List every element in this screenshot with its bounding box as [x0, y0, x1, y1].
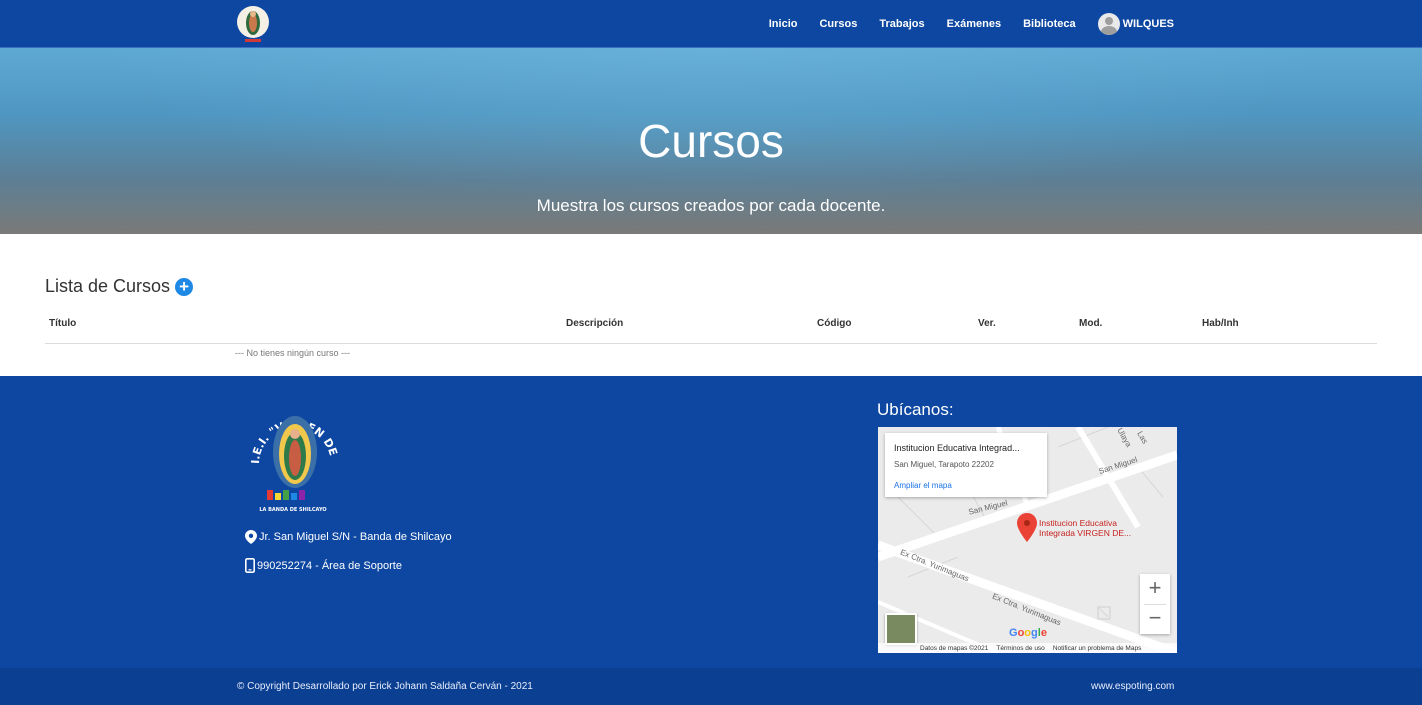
nav-inicio[interactable]: Inicio	[769, 18, 798, 30]
map-info-card: Institucion Educativa Integrad... San Mi…	[885, 433, 1047, 497]
site-link[interactable]: www.espoting.com	[1091, 681, 1174, 692]
column-ver: Ver.	[978, 318, 996, 329]
page-title: Cursos	[638, 115, 784, 167]
nav-trabajos[interactable]: Trabajos	[879, 18, 924, 30]
user-name: WILQUES	[1122, 18, 1174, 30]
mobile-phone-icon	[245, 558, 255, 573]
map-pin-label[interactable]: Institucion Educativa Integrada VIRGEN D…	[1039, 518, 1131, 538]
map-heading: Ubícanos:	[877, 400, 954, 419]
map-pin-label-line2: Integrada VIRGEN DE...	[1039, 528, 1132, 538]
address-line: Jr. San Miguel S/N - Banda de Shilcayo	[245, 530, 452, 544]
column-titulo: Título	[49, 318, 77, 329]
map-data-credit: Datos de mapas ©2021	[920, 644, 989, 652]
hero-banner: Cursos Muestra los cursos creados por ca…	[0, 48, 1422, 234]
course-list-title: Lista de Cursos	[45, 276, 171, 296]
user-avatar-icon	[1097, 13, 1120, 35]
phone-text: 990252274 - Área de Soporte	[257, 559, 402, 572]
map-place-title: Institucion Educativa Integrad...	[894, 443, 1020, 453]
school-emblem-icon: I.E.I. "VIRGEN DE GUADALUPE" LA BANDA DE…	[245, 390, 341, 513]
column-descripcion: Descripción	[566, 318, 624, 329]
map-expand-link[interactable]: Ampliar el mapa	[894, 481, 952, 490]
map-report-link[interactable]: Notificar un problema de Maps	[1053, 645, 1142, 652]
course-list-heading: Lista de Cursos +	[45, 276, 194, 297]
nav-cursos[interactable]: Cursos	[819, 18, 857, 30]
school-logo-icon[interactable]	[235, 2, 271, 46]
map-terms-link[interactable]: Términos de uso	[996, 645, 1044, 652]
column-codigo: Código	[817, 318, 852, 329]
address-text: Jr. San Miguel S/N - Banda de Shilcayo	[259, 531, 452, 543]
map-pin-label-line1: Institucion Educativa	[1039, 518, 1117, 528]
top-navbar: Inicio Cursos Trabajos Exámenes Bibliote…	[0, 0, 1422, 48]
satellite-view-toggle[interactable]	[885, 613, 917, 645]
user-menu[interactable]: WILQUES	[1097, 13, 1174, 35]
footer: I.E.I. "VIRGEN DE GUADALUPE" LA BANDA DE…	[0, 376, 1422, 668]
phone-line: 990252274 - Área de Soporte	[245, 558, 402, 573]
map-zoom-out-button[interactable]: −	[1140, 604, 1170, 634]
google-logo: Google	[1009, 627, 1047, 639]
main-menu: Inicio Cursos Trabajos Exámenes Bibliote…	[769, 0, 1174, 48]
empty-course-message: --- No tienes ningún curso ---	[235, 348, 351, 358]
copyright-text: © Copyright Desarrollado por Erick Johan…	[237, 681, 533, 692]
map-zoom-in-button[interactable]: +	[1140, 574, 1170, 604]
plus-circle-icon[interactable]: +	[175, 277, 194, 296]
map-zoom-controls: + −	[1140, 574, 1170, 634]
nav-biblioteca[interactable]: Biblioteca	[1023, 18, 1076, 30]
page-subtitle: Muestra los cursos creados por cada doce…	[536, 196, 886, 215]
emblem-caption: LA BANDA DE SHILCAYO	[259, 507, 326, 513]
map-marker-icon	[245, 530, 257, 544]
map-attribution-bar: Datos de mapas ©2021 Términos de uso Not…	[878, 643, 1177, 653]
course-table-header: Título Descripción Código Ver. Mod. Hab/…	[45, 310, 1377, 344]
map-place-address: San Miguel, Tarapoto 22202	[894, 460, 994, 469]
embedded-map[interactable]: San Miguel San Miguel Ex Ctra. Yurimagua…	[878, 427, 1177, 653]
column-mod: Mod.	[1079, 318, 1103, 329]
copyright-bar: © Copyright Desarrollado por Erick Johan…	[0, 668, 1422, 705]
nav-examenes[interactable]: Exámenes	[947, 18, 1001, 30]
column-hab-inh: Hab/Inh	[1202, 318, 1239, 329]
